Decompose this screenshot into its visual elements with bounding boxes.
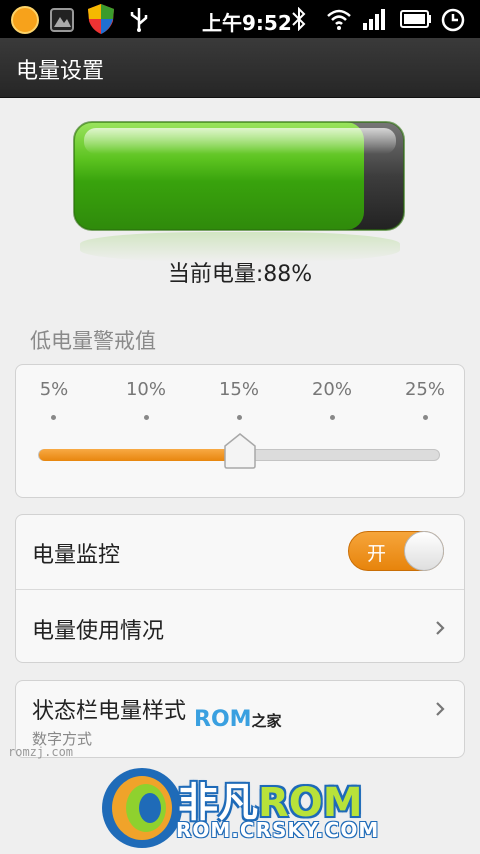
crsky-watermark-url: ROM.CRSKY.COM xyxy=(176,818,380,842)
romzj-watermark-logo: ROM之家 xyxy=(194,707,282,732)
tick-dot xyxy=(423,415,428,420)
tick-label-25: 25% xyxy=(404,379,445,400)
battery-level-text: 当前电量:88% xyxy=(167,262,313,287)
tick-label-10: 10% xyxy=(125,379,166,400)
toggle-knob xyxy=(404,531,444,571)
statusbar-style-label: 状态栏电量样式 xyxy=(32,699,187,724)
image-icon xyxy=(50,8,74,36)
tick-label-5: 5% xyxy=(39,379,69,400)
battery-usage-label: 电量使用情况 xyxy=(32,619,165,644)
tick-dot xyxy=(330,415,335,420)
battery-usage-row[interactable]: 电量使用情况 xyxy=(16,590,464,664)
tick-label-20: 20% xyxy=(311,379,352,400)
battery-monitor-toggle[interactable]: 开 xyxy=(348,531,444,571)
low-battery-section-label: 低电量警戒值 xyxy=(30,329,156,353)
battery-settings-card: 电量监控 开 电量使用情况 xyxy=(15,514,465,663)
low-battery-slider-card: 5% 10% 15% 20% 25% xyxy=(15,364,465,498)
tick-dot xyxy=(144,415,149,420)
chevron-right-icon xyxy=(434,620,446,635)
tick-label-15: 15% xyxy=(218,379,259,400)
battery-icon xyxy=(400,10,432,32)
status-time: 上午9:52 xyxy=(202,11,292,35)
bluetooth-icon xyxy=(290,6,308,35)
battery-monitor-label: 电量监控 xyxy=(32,543,121,568)
chevron-right-icon xyxy=(434,701,446,716)
slider-fill xyxy=(39,449,241,461)
wifi-icon xyxy=(326,7,352,35)
signal-icon xyxy=(362,7,388,35)
romzj-brand: ROM xyxy=(194,707,252,732)
slider-thumb[interactable] xyxy=(224,433,256,469)
sun-icon xyxy=(10,5,40,39)
usb-icon xyxy=(128,6,150,36)
battery-monitor-row[interactable]: 电量监控 开 xyxy=(16,515,464,589)
toggle-on-text: 开 xyxy=(367,543,387,565)
romzj-suffix: 之家 xyxy=(251,712,282,730)
tick-dot xyxy=(51,415,56,420)
romzj-watermark-text: romzj.com xyxy=(8,745,74,759)
page-title: 电量设置 xyxy=(16,59,105,84)
status-bar: 上午9:52 xyxy=(0,0,480,38)
shield-icon xyxy=(86,3,116,39)
title-bar: 电量设置 xyxy=(0,38,480,98)
alarm-icon xyxy=(440,6,466,36)
battery-graphic xyxy=(72,120,408,234)
tick-dot xyxy=(237,415,242,420)
